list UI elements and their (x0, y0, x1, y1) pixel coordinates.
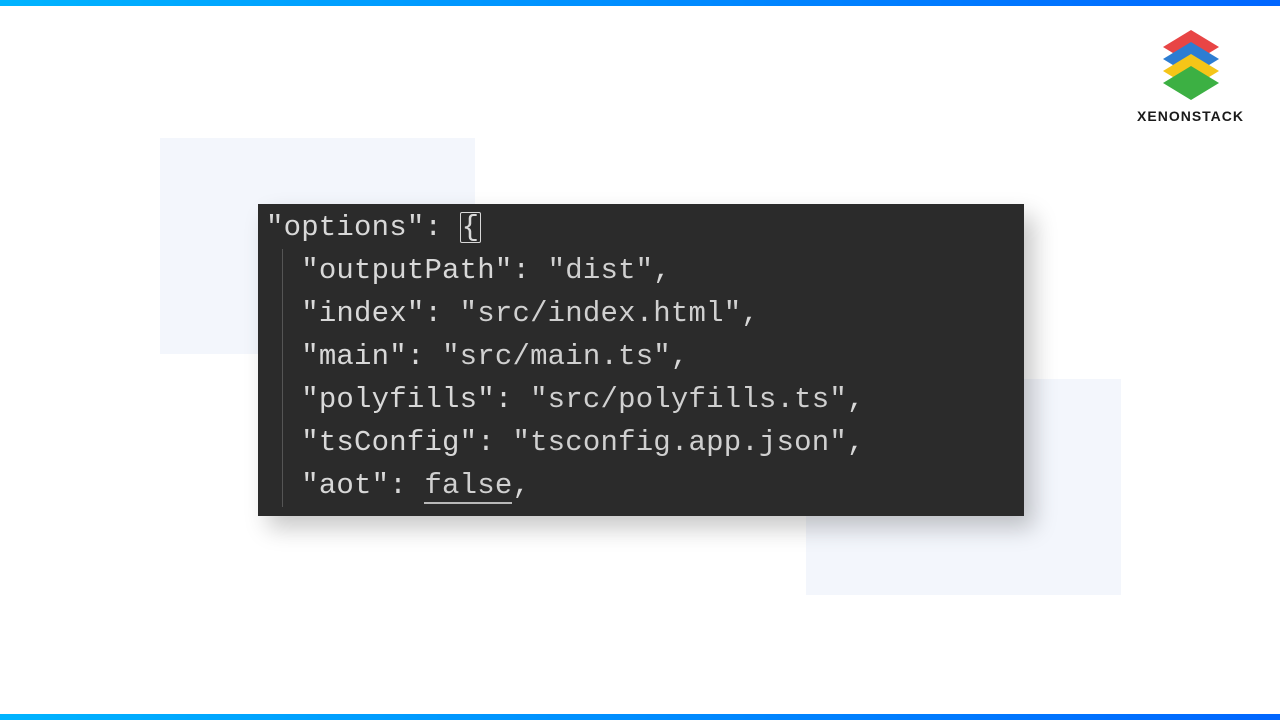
key-main: "main" (301, 340, 407, 373)
val-tsConfig: "tsconfig.app.json" (512, 426, 846, 459)
val-main: "src/main.ts" (442, 340, 671, 373)
colon: : (495, 383, 530, 416)
bottom-accent-bar (0, 714, 1280, 720)
code-content: "options": { "outputPath": "dist", "inde… (258, 204, 873, 516)
key-outputPath: "outputPath" (301, 254, 512, 287)
key-options: "options" (266, 211, 424, 244)
colon: : (407, 340, 442, 373)
comma: , (847, 383, 865, 416)
comma: , (741, 297, 759, 330)
colon: : (424, 211, 459, 244)
code-editor-window: "options": { "outputPath": "dist", "inde… (258, 204, 1024, 516)
comma: , (671, 340, 689, 373)
val-outputPath: "dist" (548, 254, 654, 287)
colon: : (424, 297, 459, 330)
comma: , (512, 469, 530, 502)
top-accent-bar (0, 0, 1280, 6)
key-aot: "aot" (301, 469, 389, 502)
stack-icon (1163, 30, 1219, 100)
colon: : (477, 426, 512, 459)
brand-logo: XENONSTACK (1137, 30, 1244, 124)
comma: , (847, 426, 865, 459)
val-index: "src/index.html" (460, 297, 742, 330)
cursor-on-brace: { (460, 212, 482, 243)
key-index: "index" (301, 297, 424, 330)
colon: : (389, 469, 424, 502)
val-aot: false (424, 469, 512, 504)
key-polyfills: "polyfills" (301, 383, 495, 416)
colon: : (512, 254, 547, 287)
key-tsConfig: "tsConfig" (301, 426, 477, 459)
comma: , (653, 254, 671, 287)
val-polyfills: "src/polyfills.ts" (530, 383, 847, 416)
brand-name: XENONSTACK (1137, 108, 1244, 124)
